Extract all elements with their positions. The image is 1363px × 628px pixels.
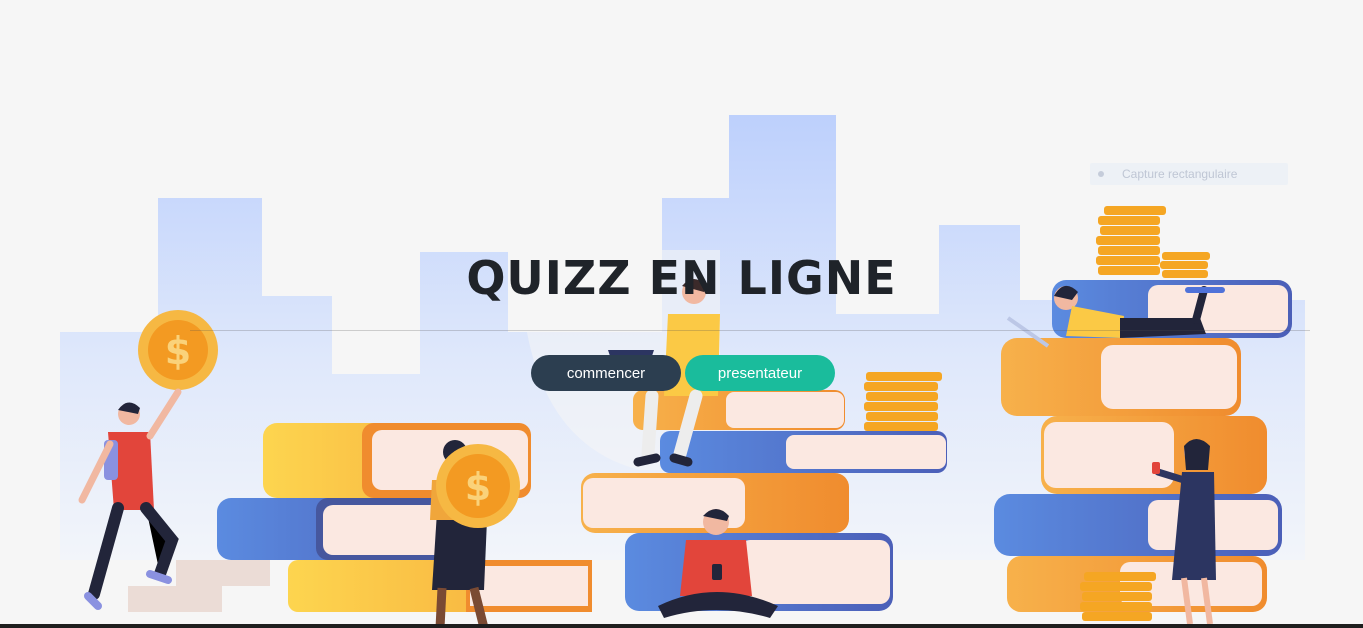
capture-tooltip-label: Capture rectangulaire	[1122, 167, 1238, 181]
hero-illustration: $ $	[60, 115, 1305, 628]
start-button[interactable]: commencer	[531, 355, 681, 391]
presenter-button[interactable]: presentateur	[685, 355, 835, 391]
stairs	[128, 560, 270, 612]
svg-text:$: $	[165, 329, 191, 373]
bottom-edge	[0, 624, 1363, 628]
capture-tooltip: Capture rectangulaire	[1090, 163, 1288, 185]
dollar-coin-icon: $	[138, 310, 218, 390]
capture-icon	[1098, 171, 1104, 177]
svg-text:$: $	[465, 465, 491, 509]
landing-page: $ $ QUIZZ EN LIGNE commencer presentateu…	[0, 0, 1363, 628]
title-divider	[190, 330, 1310, 331]
dollar-coin-icon: $	[436, 444, 520, 528]
page-title: QUIZZ EN LIGNE	[466, 251, 897, 305]
